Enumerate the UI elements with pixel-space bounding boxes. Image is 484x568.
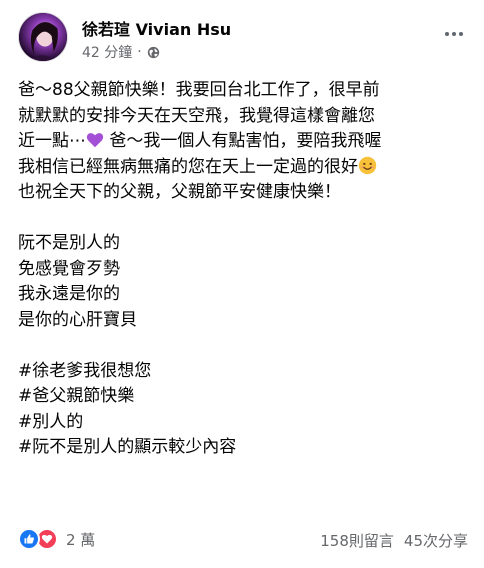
reactions-bar: 2 萬 158則留言 45次分享	[18, 528, 468, 554]
purple-heart-icon	[86, 133, 104, 148]
author-avatar[interactable]	[18, 12, 68, 62]
post-card: 徐若瑄 Vivian Hsu 42 分鐘 · 爸～88父親節快樂！我要回台北工作…	[0, 0, 484, 568]
post-line: 也祝全天下的父親，父親節平安健康快樂！	[18, 182, 341, 202]
post-line-with-heart: 近一點⋯ 爸～我一個人有點害怕，要陪我飛喔	[18, 131, 382, 151]
globe-icon[interactable]	[147, 46, 160, 59]
comments-count-link[interactable]: 158則留言	[320, 530, 394, 551]
poem-line: 我永遠是你的	[18, 284, 120, 304]
post-header: 徐若瑄 Vivian Hsu 42 分鐘 ·	[18, 10, 468, 64]
post-content: 爸～88父親節快樂！我要回台北工作了，很早前 就默默的安排今天在天空飛，我覺得這…	[18, 78, 468, 461]
smiling-face-icon	[358, 156, 377, 174]
hashtag-link[interactable]: #爸父親節快樂	[18, 384, 468, 410]
post-line: 就默默的安排今天在天空飛，我覺得這樣會離您	[18, 105, 375, 126]
engagement-counts: 158則留言 45次分享	[320, 530, 468, 551]
post-line: 爸～88父親節快樂！我要回台北工作了，很早前	[18, 80, 380, 100]
reaction-count: 2 萬	[66, 530, 96, 549]
shares-count-link[interactable]: 45次分享	[404, 530, 468, 551]
poem-line: 免感覺會歹勢	[18, 258, 120, 279]
post-line-with-smiley: 我相信已經無病無痛的您在天上一定過的很好	[18, 155, 468, 181]
avatar-image	[19, 13, 67, 61]
reaction-summary[interactable]: 2 萬	[18, 528, 95, 550]
more-options-icon[interactable]	[440, 22, 468, 46]
poem-line: 是你的心肝寶貝	[18, 309, 137, 330]
like-reaction-icon	[18, 528, 40, 550]
post-timestamp[interactable]: 42 分鐘	[82, 42, 132, 62]
author-name[interactable]: 徐若瑄 Vivian Hsu	[82, 16, 231, 40]
poem-line: 阮不是別人的	[18, 233, 120, 253]
hashtag-link[interactable]: #別人的	[18, 410, 468, 436]
hashtag-link-show-less[interactable]: #阮不是別人的顯示較少內容	[18, 435, 468, 461]
hashtag-link[interactable]: #徐老爹我很想您	[18, 359, 468, 385]
post-meta: 42 分鐘 ·	[82, 42, 160, 62]
meta-separator: ·	[137, 44, 142, 60]
